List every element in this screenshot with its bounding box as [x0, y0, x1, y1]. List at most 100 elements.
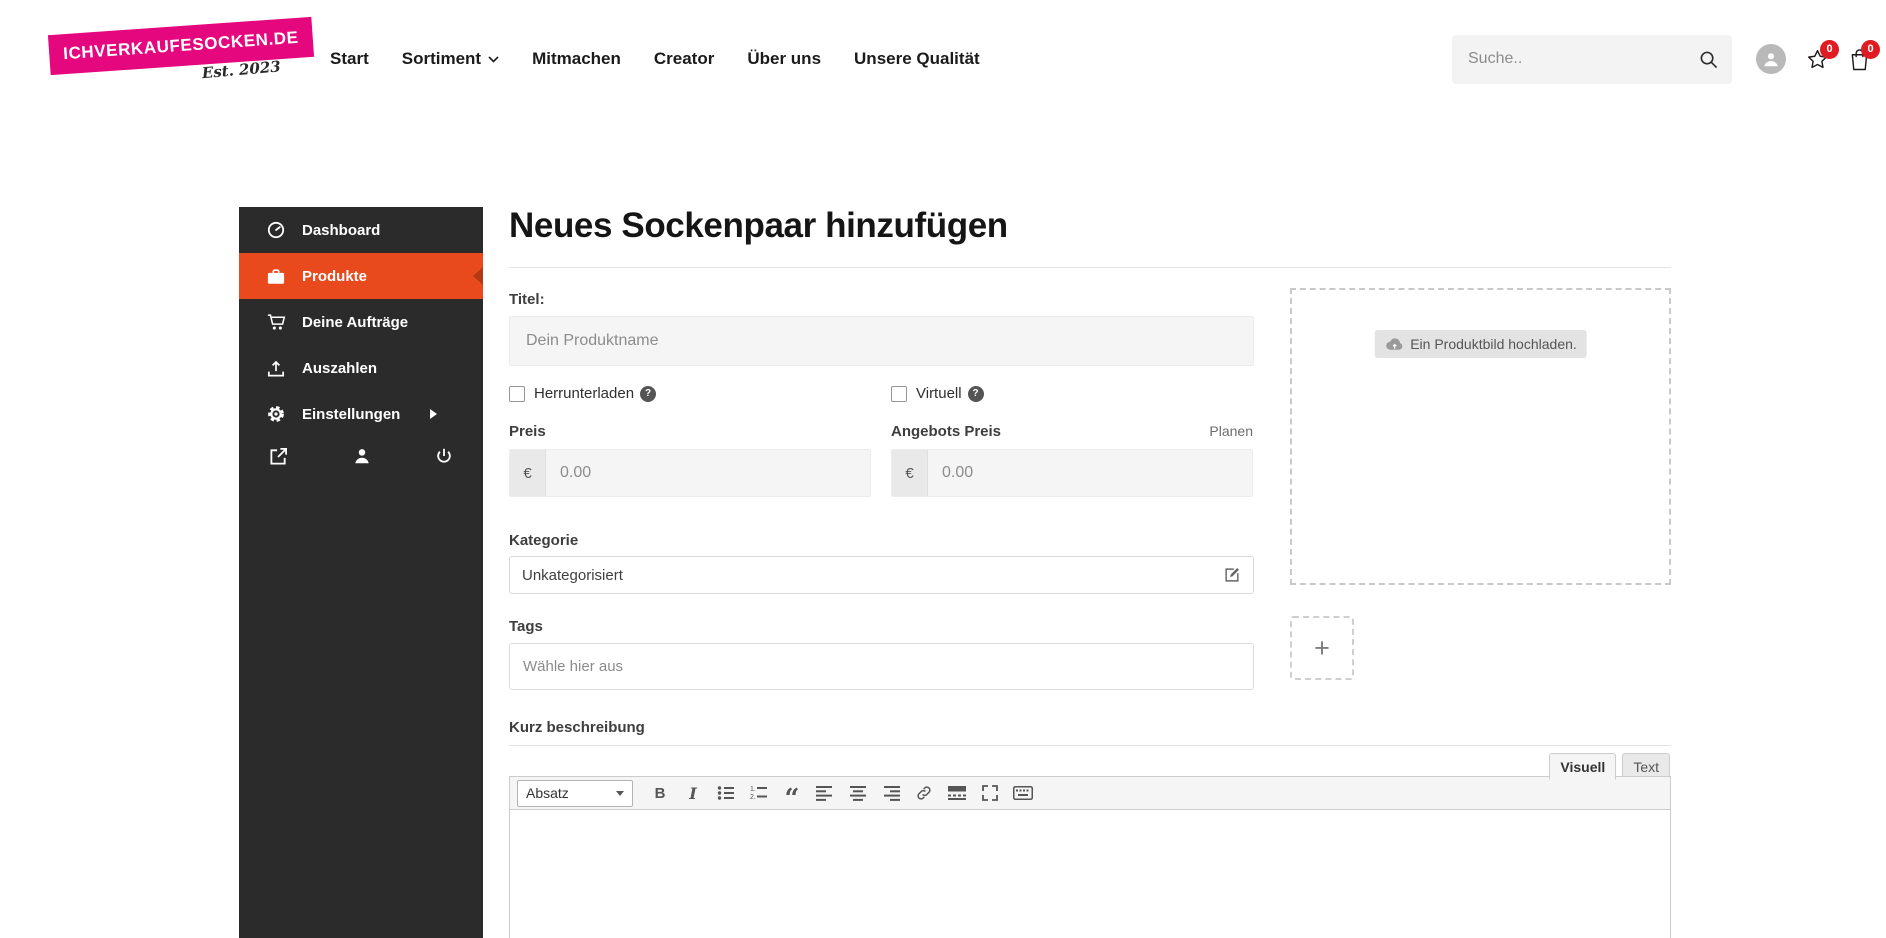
search-input[interactable]: [1452, 50, 1699, 68]
fullscreen-icon: [982, 785, 998, 801]
nav-item-start[interactable]: Start: [330, 49, 369, 69]
help-icon[interactable]: ?: [967, 385, 984, 402]
dashboard-icon: [266, 221, 286, 239]
nav-item-unsere-qualitaet[interactable]: Unsere Qualität: [854, 49, 980, 69]
page: ICHVERKAUFESOCKEN.DE Est. 2023 Start Sor…: [0, 0, 1886, 938]
nav-label: Start: [330, 49, 369, 68]
editor-toolbar: Absatz B I 1. 2. “: [509, 776, 1671, 812]
search-icon: [1700, 51, 1718, 68]
nav-item-creator[interactable]: Creator: [654, 49, 714, 69]
search-box: [1452, 34, 1732, 84]
cart-count-badge: 0: [1861, 39, 1880, 59]
align-center-icon: [850, 785, 866, 801]
product-image-dropzone[interactable]: Ein Produktbild hochladen.: [1290, 288, 1671, 585]
virtual-checkbox-label: Virtuell: [916, 385, 962, 402]
logout-button[interactable]: [435, 447, 453, 466]
chevron-down-icon: [488, 55, 499, 63]
price-label: Preis: [509, 423, 546, 440]
cart-icon: [266, 313, 286, 331]
description-editor: Visuell Text Absatz B I 1. 2. “: [509, 745, 1671, 938]
sale-price-input[interactable]: [928, 450, 1252, 496]
visit-shop-button[interactable]: [269, 447, 288, 466]
admin-sidebar: Dashboard Produkte Deine Aufträge Auszah…: [239, 207, 483, 938]
account-avatar[interactable]: [1756, 44, 1786, 74]
align-center-button[interactable]: [843, 780, 873, 806]
title-divider: [509, 267, 1671, 268]
numbered-list-button[interactable]: 1. 2.: [744, 780, 774, 806]
short-description-label: Kurz beschreibung: [509, 719, 645, 736]
italic-icon: I: [689, 783, 697, 803]
sidebar-item-auszahlen[interactable]: Auszahlen: [239, 345, 483, 391]
download-checkbox[interactable]: [509, 385, 525, 402]
wishlist-button[interactable]: 0: [1806, 39, 1839, 71]
download-checkbox-row: Herrunterladen ?: [509, 385, 657, 402]
link-icon: [917, 786, 931, 800]
paragraph-select-value: Absatz: [526, 785, 569, 801]
sidebar-item-produkte[interactable]: Produkte: [239, 253, 483, 299]
nav-label: Mitmachen: [532, 49, 621, 68]
bullet-list-icon: [717, 786, 734, 800]
italic-button[interactable]: I: [678, 780, 708, 806]
sale-price-input-group: €: [891, 449, 1253, 497]
category-select[interactable]: Unkategorisiert: [509, 556, 1254, 594]
add-gallery-image-button[interactable]: +: [1290, 616, 1354, 680]
search-button[interactable]: [1699, 50, 1732, 69]
site-logo[interactable]: ICHVERKAUFESOCKEN.DE Est. 2023: [47, 16, 314, 85]
more-tag-button[interactable]: [942, 780, 972, 806]
chevron-down-icon: [616, 790, 624, 796]
virtual-checkbox-row: Virtuell ?: [891, 385, 984, 402]
blockquote-button[interactable]: “: [777, 780, 807, 812]
bold-icon: B: [654, 784, 666, 802]
sale-price-label-row: Angebots Preis Planen: [891, 423, 1253, 440]
main-nav: Start Sortiment Mitmachen Creator Über u…: [330, 0, 980, 118]
align-left-icon: [816, 785, 832, 801]
gear-icon: [266, 405, 286, 423]
header-actions: 0 0: [1452, 0, 1880, 118]
active-item-arrow: [473, 267, 483, 285]
power-icon: [437, 448, 451, 463]
page-title: Neues Sockenpaar hinzufügen: [509, 206, 1008, 245]
bold-button[interactable]: B: [645, 780, 675, 806]
sale-price-label: Angebots Preis: [891, 423, 1002, 440]
nav-label: Über uns: [747, 49, 822, 68]
currency-prefix: €: [510, 450, 546, 496]
schedule-sale-link[interactable]: Planen: [1209, 423, 1253, 439]
user-icon: [1764, 53, 1778, 67]
svg-text:1.: 1.: [750, 786, 756, 793]
download-checkbox-label: Herrunterladen: [534, 385, 635, 402]
tab-visual[interactable]: Visuell: [1549, 753, 1617, 780]
sidebar-item-label: Einstellungen: [302, 405, 401, 423]
sidebar-item-einstellungen[interactable]: Einstellungen: [239, 391, 483, 437]
nav-item-mitmachen[interactable]: Mitmachen: [532, 49, 621, 69]
price-input[interactable]: [546, 450, 870, 496]
sidebar-item-label: Deine Aufträge: [302, 313, 409, 331]
bullet-list-button[interactable]: [711, 780, 741, 806]
upload-icon: [266, 360, 286, 377]
align-right-button[interactable]: [876, 780, 906, 806]
nav-item-ueber-uns[interactable]: Über uns: [747, 49, 821, 69]
product-title-input[interactable]: [509, 316, 1254, 366]
align-left-button[interactable]: [810, 780, 840, 806]
sidebar-item-dashboard[interactable]: Dashboard: [239, 207, 483, 253]
keyboard-button[interactable]: [1008, 780, 1038, 806]
nav-item-sortiment[interactable]: Sortiment: [402, 49, 499, 69]
external-link-icon: [270, 447, 288, 465]
profile-button[interactable]: [353, 447, 371, 466]
paragraph-select[interactable]: Absatz: [517, 779, 633, 807]
cart-button[interactable]: 0: [1849, 39, 1880, 71]
title-label: Titel:: [509, 291, 545, 308]
link-button[interactable]: [909, 780, 939, 806]
tags-input[interactable]: [509, 643, 1254, 690]
align-right-icon: [884, 785, 900, 801]
virtual-checkbox[interactable]: [891, 385, 907, 402]
editor-content-area[interactable]: [509, 810, 1671, 938]
help-icon[interactable]: ?: [640, 385, 657, 402]
currency-prefix: €: [892, 450, 928, 496]
cloud-upload-icon: [1385, 338, 1402, 350]
edit-icon[interactable]: [1223, 566, 1241, 584]
fullscreen-button[interactable]: [975, 780, 1005, 806]
briefcase-icon: [266, 268, 286, 285]
svg-text:2.: 2.: [750, 794, 756, 801]
sidebar-item-deine-auftraege[interactable]: Deine Aufträge: [239, 299, 483, 345]
plus-icon: +: [1314, 632, 1330, 663]
